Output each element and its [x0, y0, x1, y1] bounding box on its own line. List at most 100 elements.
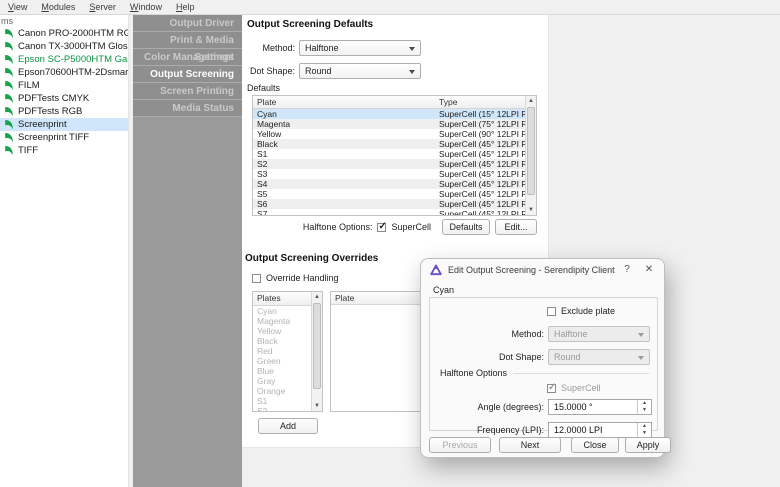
scroll-up-icon[interactable]: ▲ — [312, 292, 322, 302]
method-dropdown[interactable]: Halftone — [299, 40, 421, 56]
menu-item[interactable]: View — [1, 1, 34, 13]
sidebar-item-queue[interactable]: Canon PRO-2000HTM RGB Arc — [0, 27, 128, 40]
supercell-checkbox[interactable] — [377, 221, 387, 232]
dialog-help-button[interactable]: ? — [616, 261, 638, 279]
plate-list-item[interactable]: Blue — [253, 366, 311, 376]
table-row[interactable]: S4 SuperCell (45° 12LPI Round) — [253, 179, 525, 189]
queue-name-label: TIFF — [18, 145, 39, 156]
sidebar-item-queue[interactable]: PDFTests CMYK — [0, 92, 128, 105]
plates-vertical-scrollbar[interactable]: ▲ ▼ — [311, 292, 322, 411]
plate-list-item[interactable]: Gray — [253, 376, 311, 386]
dialog-close-button[interactable]: ✕ — [638, 261, 660, 279]
dialog-supercell-checkbox[interactable] — [547, 382, 556, 393]
table-row[interactable]: S3 SuperCell (45° 12LPI Round) — [253, 169, 525, 179]
dot-shape-dropdown[interactable]: Round — [299, 63, 421, 79]
sidebar-item-queue[interactable]: Screenprint TIFF — [0, 131, 128, 144]
menu-item[interactable]: Help — [169, 1, 202, 13]
table-row[interactable]: S6 SuperCell (45° 12LPI Round) — [253, 199, 525, 209]
method-label: Method: — [262, 43, 295, 53]
dialog-dot-shape-value: Round — [554, 352, 581, 362]
defaults-section-title: Output Screening Defaults — [247, 19, 374, 30]
plate-cell: S3 — [257, 169, 268, 179]
dialog-titlebar[interactable]: Edit Output Screening - Serendipity Clie… — [421, 259, 664, 281]
plate-list-item[interactable]: Green — [253, 356, 311, 366]
plate-list-item[interactable]: Black — [253, 336, 311, 346]
dialog-dot-shape-dropdown[interactable]: Round — [548, 349, 650, 365]
apply-button[interactable]: Apply — [625, 437, 671, 453]
sidebar-item-queue[interactable]: Canon TX-3000HTM Gloss — [0, 40, 128, 53]
defaults-button[interactable]: Defaults — [442, 219, 490, 235]
plate-cell: S2 — [257, 159, 268, 169]
chevron-down-icon — [638, 333, 644, 337]
nav-tab[interactable]: Print & Media Settings — [133, 32, 242, 63]
scrollbar-thumb[interactable] — [527, 107, 535, 195]
exclude-plate-checkbox[interactable] — [547, 306, 556, 316]
column-header-plate[interactable]: Plate — [253, 97, 439, 107]
type-cell: SuperCell (45° 12LPI Round) — [439, 139, 525, 149]
scroll-down-icon[interactable]: ▼ — [312, 401, 322, 411]
plate-list-item[interactable]: Cyan — [253, 306, 311, 316]
queue-name-label: Screenprint TIFF — [18, 132, 90, 143]
plate-list-item[interactable]: Orange — [253, 386, 311, 396]
sidebar-item-queue[interactable]: Epson70600HTM-2Dsmart-pro — [0, 66, 128, 79]
plate-list-item[interactable]: S2 — [253, 406, 311, 411]
green-swoosh-icon — [5, 146, 13, 156]
table-vertical-scrollbar[interactable]: ▲ ▼ — [525, 96, 536, 215]
table-row[interactable]: S7 SuperCell (45° 12LPI Round) — [253, 209, 525, 215]
previous-button[interactable]: Previous — [429, 437, 491, 453]
table-row[interactable]: Cyan SuperCell (15° 12LPI Round) — [253, 109, 525, 119]
green-swoosh-icon — [5, 94, 13, 104]
sidebar-item-queue[interactable]: Screenprint — [0, 118, 128, 131]
table-row[interactable]: Black SuperCell (45° 12LPI Round) — [253, 139, 525, 149]
table-row[interactable]: S5 SuperCell (45° 12LPI Round) — [253, 189, 525, 199]
angle-spinbox[interactable]: 15.0000 ° ▲ ▼ — [548, 399, 652, 415]
table-row[interactable]: Magenta SuperCell (75° 12LPI Round) — [253, 119, 525, 129]
sidebar-item-queue[interactable]: PDFTests RGB — [0, 105, 128, 118]
dialog-method-dropdown[interactable]: Halftone — [548, 326, 650, 342]
table-row[interactable]: S2 SuperCell (45° 12LPI Round) — [253, 159, 525, 169]
nav-tab[interactable]: Color Management — [133, 49, 242, 66]
queue-name-label: FILM — [18, 80, 40, 91]
sidebar-item-queue[interactable]: TIFF — [0, 144, 128, 157]
exclude-plate-label: Exclude plate — [561, 306, 616, 316]
spin-down-button[interactable]: ▼ — [638, 430, 651, 437]
menu-item[interactable]: Window — [123, 1, 169, 13]
spin-up-button[interactable]: ▲ — [638, 400, 651, 407]
nav-tab[interactable]: Output Screening — [133, 66, 242, 83]
frequency-label: Frequency (LPI): — [476, 425, 544, 435]
scroll-down-icon[interactable]: ▼ — [526, 205, 536, 215]
plate-list-item[interactable]: Yellow — [253, 326, 311, 336]
menu-item[interactable]: Modules — [34, 1, 82, 13]
plate-cell: Yellow — [257, 129, 282, 139]
column-header-plate[interactable]: Plate — [331, 293, 426, 303]
dialog-method-value: Halftone — [554, 329, 588, 339]
column-header-type[interactable]: Type — [439, 97, 536, 107]
plate-list-item[interactable]: S1 — [253, 396, 311, 406]
table-row[interactable]: S1 SuperCell (45° 12LPI Round) — [253, 149, 525, 159]
close-button[interactable]: Close — [571, 437, 619, 453]
scrollbar-thumb[interactable] — [313, 303, 321, 389]
override-handling-checkbox[interactable] — [252, 273, 261, 283]
table-row[interactable]: Yellow SuperCell (90° 12LPI Round) — [253, 129, 525, 139]
plate-list-item[interactable]: Red — [253, 346, 311, 356]
plate-list-item[interactable]: Magenta — [253, 316, 311, 326]
menu-item[interactable]: Server — [82, 1, 123, 13]
plate-cell: S5 — [257, 189, 268, 199]
nav-tab[interactable]: Output Driver — [133, 15, 242, 32]
green-swoosh-icon — [5, 107, 13, 117]
spin-up-button[interactable]: ▲ — [638, 423, 651, 430]
add-button[interactable]: Add — [258, 418, 318, 434]
scroll-up-icon[interactable]: ▲ — [526, 96, 536, 106]
group-separator-line — [513, 372, 649, 374]
frequency-spinbox[interactable]: 12.0000 LPI ▲ ▼ — [548, 422, 652, 438]
queue-name-label: Epson SC-P5000HTM GamutPr — [18, 54, 128, 65]
spin-down-button[interactable]: ▼ — [638, 407, 651, 414]
table-header[interactable]: Plate Type — [253, 96, 536, 109]
override-handling-label: Override Handling — [266, 273, 339, 283]
sidebar-item-queue[interactable]: Epson SC-P5000HTM GamutPr — [0, 53, 128, 66]
nav-tab[interactable]: Media Status — [133, 100, 242, 117]
nav-tab[interactable]: Screen Printing — [133, 83, 242, 100]
edit-button[interactable]: Edit... — [495, 219, 537, 235]
next-button[interactable]: Next — [499, 437, 561, 453]
sidebar-item-queue[interactable]: FILM — [0, 79, 128, 92]
